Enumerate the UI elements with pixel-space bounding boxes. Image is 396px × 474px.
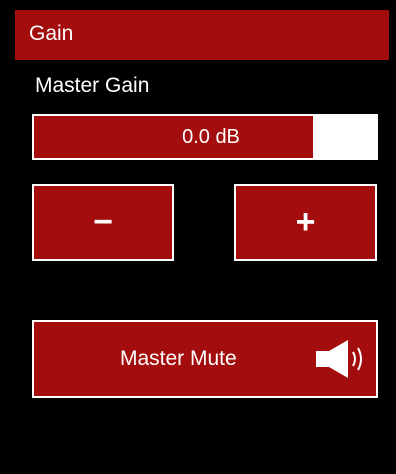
panel-title: Gain (29, 22, 74, 45)
master-gain-meter[interactable]: 0.0 dB (32, 114, 378, 160)
panel-header: Gain (15, 10, 389, 60)
master-mute-button[interactable]: Master Mute (32, 320, 378, 398)
gain-value: 0.0 dB (182, 126, 240, 148)
increase-gain-button[interactable]: + (234, 184, 377, 261)
master-mute-label: Master Mute (120, 347, 237, 370)
master-gain-label: Master Gain (35, 74, 150, 97)
plus-icon: + (295, 203, 316, 241)
minus-icon: − (93, 203, 113, 241)
speaker-volume-icon (316, 340, 362, 378)
decrease-gain-button[interactable]: − (32, 184, 174, 261)
